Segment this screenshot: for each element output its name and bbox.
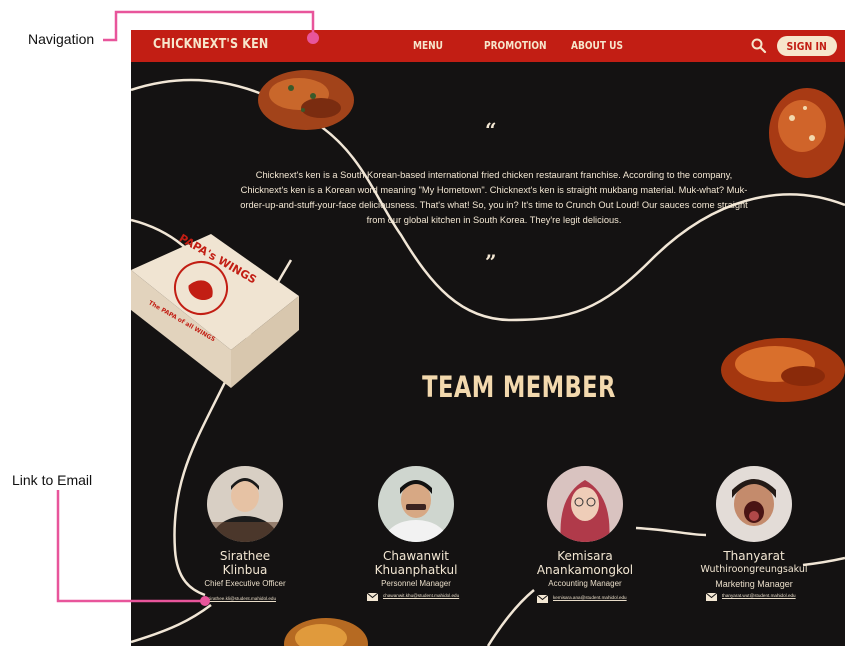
team-member-card: Kemisara Anankamongkol Accounting Manage… xyxy=(505,466,665,588)
team-member-card: Sirathee Klinbua Chief Executive Officer xyxy=(165,466,325,588)
member-first-name: Chawanwit xyxy=(383,549,449,563)
email-text[interactable]: chawanwit.khu@student.mahidol.edu xyxy=(383,593,459,599)
mail-icon xyxy=(706,593,717,601)
avatar xyxy=(207,466,283,542)
chicken-wing-image-right-top xyxy=(769,88,845,178)
member-role: Personnel Manager xyxy=(381,579,451,588)
chicken-wing-image-bottom xyxy=(284,618,368,646)
open-quote-mark: “ xyxy=(485,118,497,142)
chicken-wing-image-top xyxy=(258,70,354,130)
chicken-wing-image-right-mid xyxy=(721,338,845,402)
nav-link-promotion[interactable]: PROMOTION xyxy=(484,39,547,52)
sign-in-button[interactable]: SIGN IN xyxy=(777,36,837,56)
about-paragraph: Chicknext's ken is a South Korean-based … xyxy=(240,170,748,225)
avatar xyxy=(547,466,623,542)
member-email-link[interactable]: chawanwit.khu@student.mahidol.edu xyxy=(367,593,467,601)
member-first-name: Kemisara xyxy=(557,549,613,563)
website-frame: PAPA's WINGS The PAPA of all WINGS CHICK… xyxy=(131,30,845,646)
member-role: Accounting Manager xyxy=(548,579,622,588)
navigation-bar: CHICKNEXT'S KEN MENU PROMOTION ABOUT US … xyxy=(131,30,845,62)
mail-icon xyxy=(367,593,378,601)
search-icon[interactable] xyxy=(750,37,768,55)
team-member-card: Thanyarat Wuthiroongreungsakul Marketing… xyxy=(674,466,834,589)
member-last-name: Klinbua xyxy=(222,563,268,577)
papas-wings-box-image: PAPA's WINGS The PAPA of all WINGS xyxy=(131,232,299,388)
brand-logo[interactable]: CHICKNEXT'S KEN xyxy=(153,37,268,52)
member-email-link[interactable]: thanyarat.wut@student.mahidol.edu xyxy=(706,593,806,601)
team-member-card: Chawanwit Khuanphatkul Personnel Manager xyxy=(336,466,496,588)
member-first-name: Sirathee xyxy=(219,549,271,563)
member-last-name: Khuanphatkul xyxy=(374,563,458,577)
sign-in-label: SIGN IN xyxy=(786,39,828,53)
member-role: Marketing Manager xyxy=(715,579,793,589)
nav-link-about-us[interactable]: ABOUT US xyxy=(571,39,623,52)
member-role: Chief Executive Officer xyxy=(204,579,286,588)
email-text[interactable]: sirathee.kli@student.mahidol.edu xyxy=(208,596,276,602)
nav-link-menu[interactable]: MENU xyxy=(413,39,443,52)
mail-icon xyxy=(537,595,548,603)
avatar xyxy=(716,466,792,542)
team-member-heading: TEAM MEMBER xyxy=(422,370,616,404)
member-last-name: Wuthiroongreungsakul xyxy=(700,564,808,575)
navigation-annotation-label: Navigation xyxy=(28,31,95,47)
email-text[interactable]: thanyarat.wut@student.mahidol.edu xyxy=(722,593,796,599)
member-first-name: Thanyarat xyxy=(723,549,785,563)
email-link-annotation-label: Link to Email xyxy=(12,472,93,488)
member-email-link[interactable]: sirathee.kli@student.mahidol.edu xyxy=(208,596,298,602)
close-quote-mark: ” xyxy=(485,250,497,274)
email-text[interactable]: kemisara.ana@student.mahidol.edu xyxy=(553,595,627,601)
member-email-link[interactable]: kemisara.ana@student.mahidol.edu xyxy=(537,595,647,603)
avatar xyxy=(378,466,454,542)
member-last-name: Anankamongkol xyxy=(536,563,634,577)
